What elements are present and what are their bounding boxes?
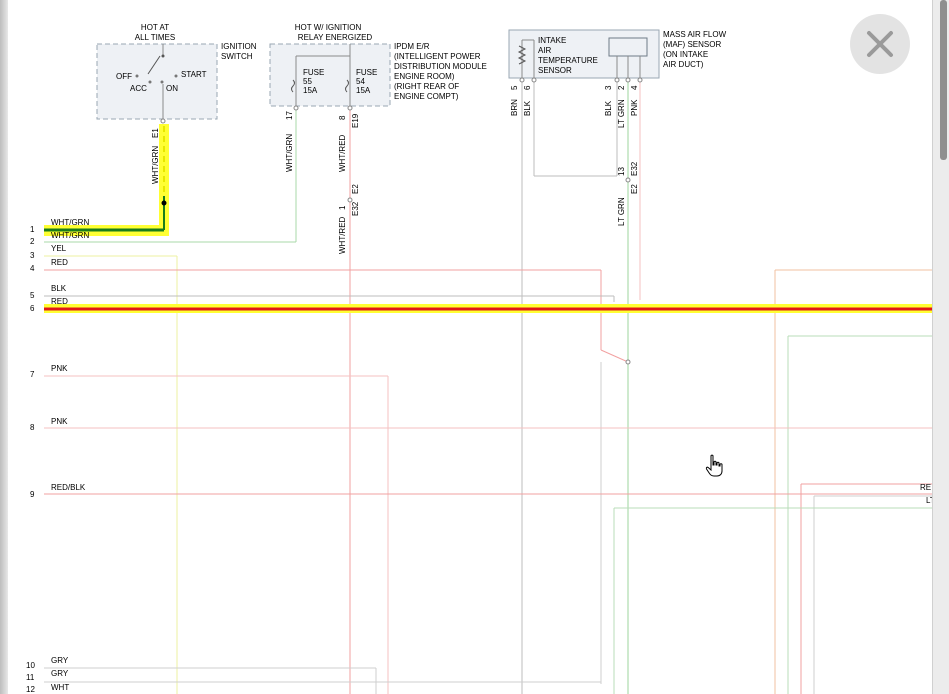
row-number: 4 bbox=[30, 264, 35, 273]
maf-pin3-label: 3 bbox=[604, 85, 613, 90]
row-number: 1 bbox=[30, 225, 35, 234]
row-wire-label: BLK bbox=[51, 284, 67, 293]
vertical-wires bbox=[44, 78, 932, 694]
ipdm-label-line3: DISTRIBUTION MODULE bbox=[394, 62, 487, 71]
diagram-viewport[interactable]: HOT AT ALL TIMES IGNITION SWITCH OFF ACC… bbox=[8, 0, 932, 694]
hot-at-all-times-line2: ALL TIMES bbox=[135, 33, 175, 42]
row-number: 3 bbox=[30, 251, 35, 260]
row-number: 8 bbox=[30, 423, 35, 432]
row-wire-label: YEL bbox=[51, 244, 67, 253]
maf-wire4-label: PNK bbox=[630, 99, 639, 116]
fuse55-wire-label: WHT/GRN bbox=[285, 134, 294, 172]
row-wire-label: RED bbox=[51, 258, 68, 267]
e32-connector-label: E32 bbox=[351, 201, 360, 216]
lt-grn-lower-label: LT GRN bbox=[617, 197, 626, 226]
row-wire-label: PNK bbox=[51, 364, 68, 373]
fuse54-label-line2: 54 bbox=[356, 77, 365, 86]
maf-pin2-label: 2 bbox=[617, 85, 626, 90]
row-number: 11 bbox=[26, 673, 35, 682]
row-wire-label: PNK bbox=[51, 417, 68, 426]
row-number: 6 bbox=[30, 304, 35, 313]
ipdm-label-line4: ENGINE ROOM) bbox=[394, 72, 455, 81]
maf-pin4-label: 4 bbox=[630, 85, 639, 90]
ignition-switch-label-line1: IGNITION bbox=[221, 42, 257, 51]
ignition-switch-label-line2: SWITCH bbox=[221, 52, 253, 61]
ign-wire-label: WHT/GRN bbox=[151, 146, 160, 184]
hand-pointer-icon bbox=[705, 454, 723, 477]
iat-wire5-label: BRN bbox=[510, 99, 519, 116]
iat-pin5-label: 5 bbox=[510, 85, 519, 90]
ipdm-label-line1: IPDM E/R bbox=[394, 42, 430, 51]
wht-red-lower-label: WHT/RED bbox=[338, 216, 347, 254]
vertical-labels: WHT/GRN E1 17 WHT/GRN 8 WHT/RED E19 E2 1… bbox=[151, 85, 639, 254]
connector-pins bbox=[160, 77, 643, 365]
maf-label-line2: (MAF) SENSOR bbox=[663, 40, 721, 49]
fuse55-label-line1: FUSE bbox=[303, 68, 324, 77]
vertical-scrollbar-thumb[interactable] bbox=[940, 0, 947, 160]
maf-label-line3: (ON INTAKE bbox=[663, 50, 708, 59]
iat-label-line3: TEMPERATURE bbox=[538, 56, 598, 65]
switch-start-label: START bbox=[181, 70, 207, 79]
close-x-icon bbox=[867, 31, 893, 57]
fuse54-pin-label: 8 bbox=[338, 115, 347, 120]
fuse55-label-line3: 15A bbox=[303, 86, 318, 95]
iat-wire6-label: BLK bbox=[523, 100, 532, 116]
fuse55-label-line2: 55 bbox=[303, 77, 312, 86]
row-number: 2 bbox=[30, 237, 35, 246]
row-wire-label: RED/BLK bbox=[51, 483, 86, 492]
iat-label-line1: INTAKE bbox=[538, 36, 566, 45]
hot-w-ignition-line1: HOT W/ IGNITION bbox=[295, 23, 362, 32]
close-button[interactable] bbox=[850, 14, 910, 74]
fuse54-label-line3: 15A bbox=[356, 86, 371, 95]
left-edge-shadow bbox=[0, 0, 8, 694]
row-wire-label: WHT/GRN bbox=[51, 218, 89, 227]
row-number: 9 bbox=[30, 490, 35, 499]
row-wire-label: WHT/GRN bbox=[51, 231, 89, 240]
e32-right-label: E32 bbox=[630, 161, 639, 176]
row-labels: 1 WHT/GRN 2 WHT/GRN 3 YEL 4 RED 5 BLK 6 … bbox=[26, 218, 932, 694]
ipdm-label-line6: ENGINE COMPT) bbox=[394, 92, 459, 101]
switch-off-label: OFF bbox=[116, 72, 132, 81]
wiring-diagram: HOT AT ALL TIMES IGNITION SWITCH OFF ACC… bbox=[26, 23, 932, 694]
iat-pin6-label: 6 bbox=[523, 85, 532, 90]
iat-maf-sensor-box: INTAKE AIR TEMPERATURE SENSOR MASS AIR F… bbox=[508, 29, 727, 79]
fuse54-connector-label: E19 bbox=[351, 113, 360, 128]
ipdm-label-line2: (INTELLIGENT POWER bbox=[394, 52, 481, 61]
row-wire-label: RED bbox=[51, 297, 68, 306]
hot-w-ignition-line2: RELAY ENERGIZED bbox=[298, 33, 373, 42]
iat-label-line4: SENSOR bbox=[538, 66, 572, 75]
e32-pin13-label: 13 bbox=[617, 167, 626, 176]
e2-right-label: E2 bbox=[630, 184, 639, 194]
ignition-switch-box: HOT AT ALL TIMES IGNITION SWITCH OFF ACC… bbox=[96, 23, 257, 120]
ign-connector-label: E1 bbox=[151, 128, 160, 138]
e32-pin-label: 1 bbox=[338, 205, 347, 210]
fuse54-label-line1: FUSE bbox=[356, 68, 377, 77]
iat-label-line2: AIR bbox=[538, 46, 552, 55]
row-wire-label: GRY bbox=[51, 669, 69, 678]
right-edge-label: RE bbox=[920, 483, 931, 492]
maf-wire3-label: BLK bbox=[604, 100, 613, 116]
e2-upper-label: E2 bbox=[351, 184, 360, 194]
row-number: 10 bbox=[26, 661, 35, 670]
switch-on-label: ON bbox=[166, 84, 178, 93]
image-viewer-window: HOT AT ALL TIMES IGNITION SWITCH OFF ACC… bbox=[0, 0, 949, 694]
maf-label-line4: AIR DUCT) bbox=[663, 60, 704, 69]
hot-at-all-times-line1: HOT AT bbox=[141, 23, 169, 32]
maf-label-line1: MASS AIR FLOW bbox=[663, 30, 727, 39]
ipdm-fuse-box: HOT W/ IGNITION RELAY ENERGIZED FUSE 55 … bbox=[269, 23, 487, 110]
row-wire-label: WHT bbox=[51, 683, 69, 692]
row-number: 5 bbox=[30, 291, 35, 300]
row-number: 7 bbox=[30, 370, 35, 379]
fuse54-wire-label: WHT/RED bbox=[338, 134, 347, 172]
row-wire-label: GRY bbox=[51, 656, 69, 665]
fuse55-pin-label: 17 bbox=[285, 111, 294, 120]
switch-acc-label: ACC bbox=[130, 84, 147, 93]
maf-wire2-label: LT GRN bbox=[617, 99, 626, 128]
row-number: 12 bbox=[26, 685, 35, 694]
ipdm-label-line5: (RIGHT REAR OF bbox=[394, 82, 459, 91]
